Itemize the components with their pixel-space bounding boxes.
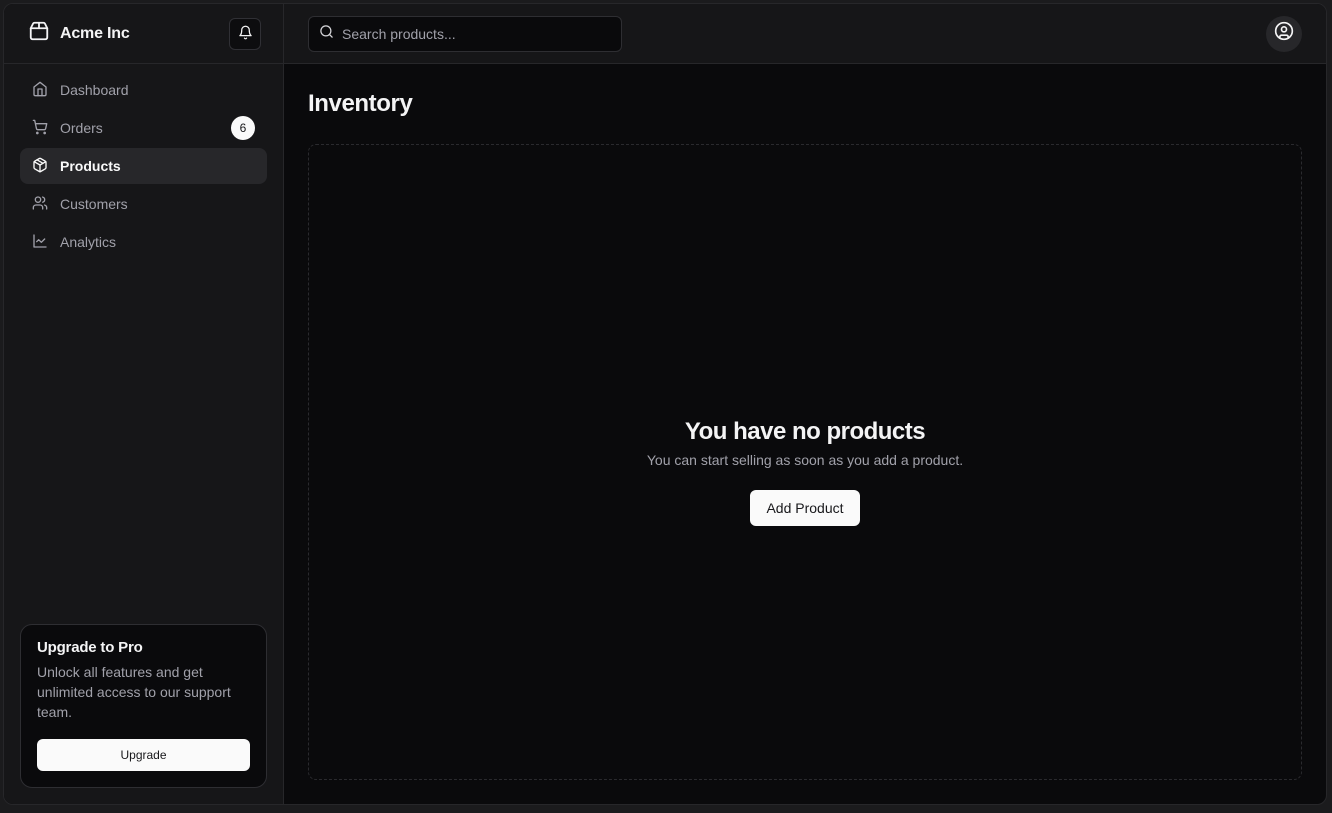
main-area: Inventory You have no products You can s…	[284, 4, 1326, 804]
bell-icon	[238, 25, 253, 43]
brand-bar: Acme Inc	[4, 4, 283, 64]
user-circle-icon	[1274, 21, 1294, 46]
sidebar-nav: Dashboard Orders 6 Products Customers An…	[4, 64, 283, 270]
search-box[interactable]	[308, 15, 622, 52]
empty-state-text: You can start selling as soon as you add…	[646, 452, 964, 468]
app-window: Acme Inc Dashboard Orders 6 Products Cus…	[3, 3, 1327, 805]
brand-name: Acme Inc	[60, 24, 130, 42]
home-icon	[32, 81, 48, 100]
upgrade-card: Upgrade to Pro Unlock all features and g…	[20, 624, 267, 788]
user-menu-button[interactable]	[1266, 15, 1302, 52]
sidebar-item-orders[interactable]: Orders 6	[20, 110, 267, 146]
sidebar-item-customers[interactable]: Customers	[20, 186, 267, 222]
sidebar-item-label: Orders	[60, 120, 103, 136]
cart-icon	[32, 119, 48, 138]
search-input[interactable]	[342, 25, 611, 42]
upgrade-title: Upgrade to Pro	[37, 639, 143, 656]
sidebar-item-products[interactable]: Products	[20, 148, 267, 184]
add-product-button[interactable]: Add Product	[750, 490, 860, 526]
users-icon	[32, 195, 48, 214]
page-title: Inventory	[308, 90, 413, 117]
sidebar-item-label: Customers	[60, 196, 128, 212]
upgrade-description: Unlock all features and get unlimited ac…	[37, 664, 231, 720]
sidebar: Acme Inc Dashboard Orders 6 Products Cus…	[4, 4, 284, 804]
empty-state-title: You have no products	[684, 418, 926, 445]
box-icon	[32, 157, 48, 176]
sidebar-item-dashboard[interactable]: Dashboard	[20, 72, 267, 108]
sidebar-item-label: Products	[60, 158, 121, 174]
top-bar	[284, 4, 1326, 64]
orders-count-badge: 6	[231, 116, 255, 140]
brand-link[interactable]: Acme Inc	[28, 20, 229, 47]
line-chart-icon	[32, 233, 48, 252]
sidebar-item-label: Analytics	[60, 234, 117, 250]
content: Inventory You have no products You can s…	[284, 64, 1326, 804]
sidebar-item-label: Dashboard	[60, 82, 129, 98]
search-icon	[319, 24, 334, 44]
sidebar-item-analytics[interactable]: Analytics	[20, 224, 267, 260]
upgrade-button[interactable]: Upgrade	[37, 739, 250, 771]
package-icon	[28, 20, 50, 47]
notifications-button[interactable]	[229, 17, 261, 50]
empty-state: You have no products You can start selli…	[308, 144, 1302, 780]
